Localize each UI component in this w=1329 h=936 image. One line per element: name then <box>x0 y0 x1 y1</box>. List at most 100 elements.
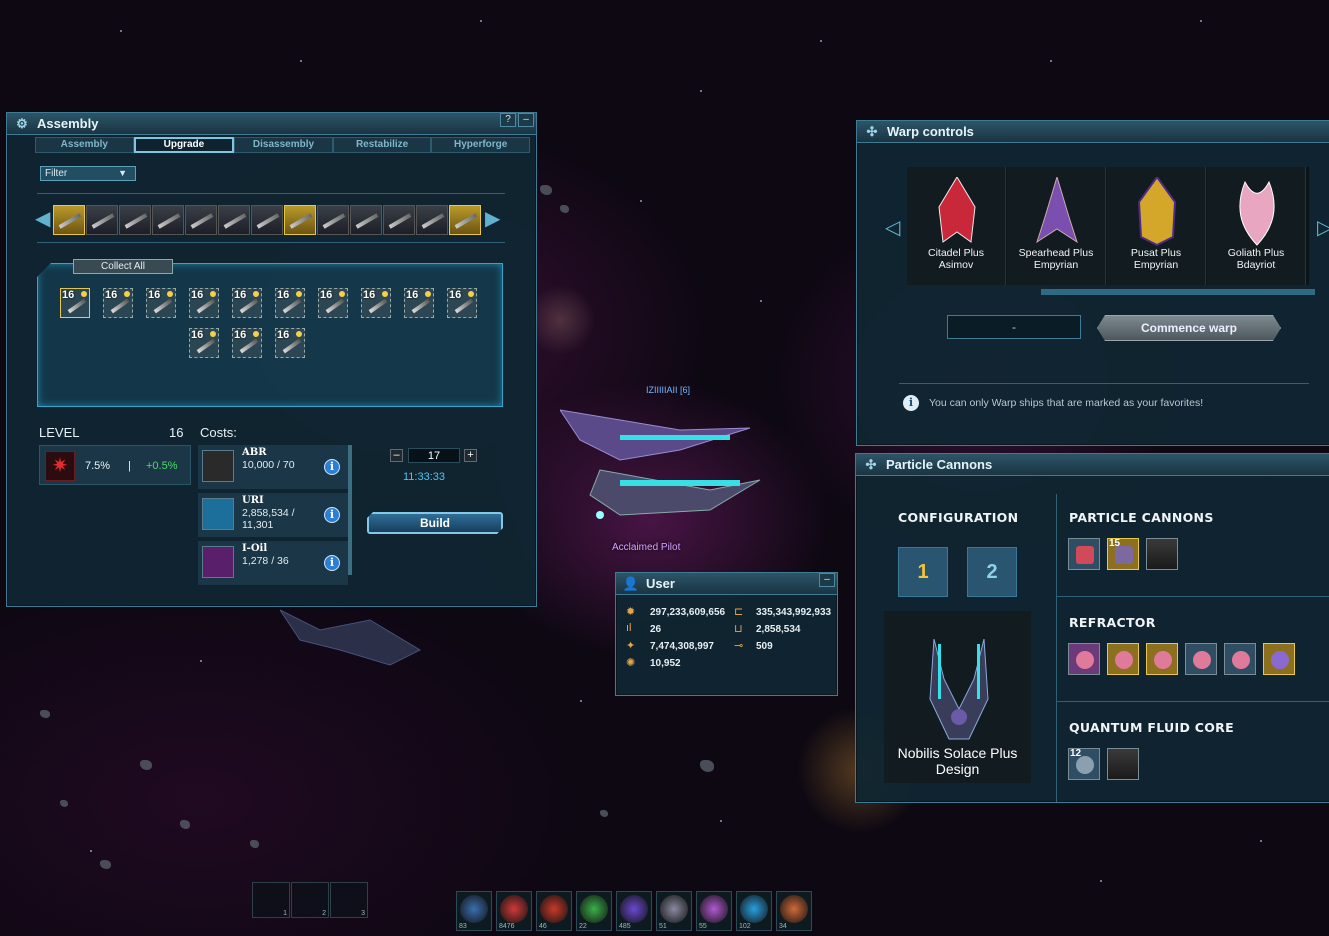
upgraded-item-cell[interactable]: 16 <box>318 288 348 318</box>
filter-label: Filter <box>45 168 68 179</box>
refractor-icon <box>1193 651 1211 669</box>
level-value: 16 <box>169 425 184 440</box>
hotbar-slot[interactable]: 46 <box>536 891 572 931</box>
upgraded-item-cell[interactable]: 16 <box>232 288 262 318</box>
info-icon[interactable]: i <box>324 507 340 523</box>
help-button[interactable]: ? <box>500 113 516 127</box>
item-slot[interactable] <box>383 205 415 235</box>
item-slot[interactable] <box>350 205 382 235</box>
quantity-input[interactable]: 17 <box>408 448 460 463</box>
refractor-slot[interactable] <box>1146 643 1178 675</box>
upgraded-item-cell[interactable]: 16 <box>232 328 262 358</box>
costs-scrollbar[interactable] <box>348 445 352 575</box>
filter-dropdown[interactable]: Filter ▼ <box>40 166 136 181</box>
minimize-button[interactable]: – <box>819 573 835 587</box>
hotbar-slot[interactable]: 55 <box>696 891 732 931</box>
item-slot[interactable] <box>218 205 250 235</box>
refractor-slot[interactable] <box>1107 643 1139 675</box>
player-ship[interactable] <box>560 400 770 530</box>
commence-warp-button[interactable]: Commence warp <box>1097 315 1281 341</box>
hotbar-slot[interactable]: 8476 <box>496 891 532 931</box>
warp-scrollbar[interactable] <box>1041 289 1315 295</box>
grid-slot[interactable]: 1 <box>252 882 290 918</box>
item-slot[interactable] <box>317 205 349 235</box>
particle-cannons-label: PARTICLE CANNONS <box>1069 510 1214 525</box>
refractor-slot[interactable] <box>1068 643 1100 675</box>
decrement-button[interactable]: – <box>390 449 403 462</box>
upgraded-item-cell[interactable]: 16 <box>275 288 305 318</box>
empty-slot[interactable] <box>1107 748 1139 780</box>
hotbar-slot[interactable]: 485 <box>616 891 652 931</box>
config-1-button[interactable]: 1 <box>898 547 948 597</box>
collect-all-button[interactable]: Collect All <box>73 259 173 274</box>
item-slot[interactable] <box>251 205 283 235</box>
warp-right-arrow-icon[interactable]: ▷ <box>1317 215 1329 240</box>
build-timer: 11:33:33 <box>403 471 446 483</box>
assembly-header[interactable]: ⚙ Assembly <box>7 113 536 135</box>
warp-header[interactable]: ✣ Warp controls <box>857 121 1329 143</box>
refractor-slot[interactable] <box>1224 643 1256 675</box>
strip-right-arrow-icon[interactable]: ▶ <box>485 206 500 231</box>
warp-ship-card[interactable]: Citadel Plus Asimov <box>907 167 1006 285</box>
upgraded-item-cell[interactable]: 16 <box>60 288 90 318</box>
item-slot[interactable] <box>119 205 151 235</box>
strip-left-arrow-icon[interactable]: ◀ <box>35 206 50 231</box>
upgraded-item-cell[interactable]: 16 <box>146 288 176 318</box>
star-icon <box>425 291 431 297</box>
info-icon[interactable]: i <box>324 459 340 475</box>
refractor-slot[interactable] <box>1263 643 1295 675</box>
cost-amount: 2,858,534 / 11,301 <box>242 507 295 531</box>
increment-button[interactable]: + <box>464 449 477 462</box>
minimize-button[interactable]: – <box>518 113 534 127</box>
refractor-icon <box>1271 651 1289 669</box>
item-count: 16 <box>191 289 204 301</box>
warp-destination-field[interactable]: - <box>947 315 1081 339</box>
user-header[interactable]: 👤 User <box>616 573 837 595</box>
hotbar-slot[interactable]: 34 <box>776 891 812 931</box>
uri-icon: ⊔ <box>734 623 743 635</box>
warp-ship-card[interactable]: Pusat Plus Empyrian <box>1107 167 1206 285</box>
item-slot[interactable] <box>284 205 316 235</box>
item-slot[interactable] <box>152 205 184 235</box>
upgraded-item-cell[interactable]: 16 <box>404 288 434 318</box>
tab-restabilize[interactable]: Restabilize <box>332 137 432 153</box>
quantum-slot[interactable]: 12 <box>1068 748 1100 780</box>
hotbar-slot[interactable]: 22 <box>576 891 612 931</box>
warp-left-arrow-icon[interactable]: ◁ <box>885 215 900 240</box>
item-slot[interactable] <box>416 205 448 235</box>
grid-slot[interactable]: 3 <box>330 882 368 918</box>
assembly-panel: ⚙ Assembly ? – Assembly Upgrade Disassem… <box>6 112 537 607</box>
hotbar-slot[interactable]: 51 <box>656 891 692 931</box>
hotbar-slot[interactable]: 83 <box>456 891 492 931</box>
warp-ship-card[interactable]: Goliath Plus Bdayriot <box>1207 167 1306 285</box>
upgraded-item-cell[interactable]: 16 <box>103 288 133 318</box>
tab-upgrade[interactable]: Upgrade <box>133 137 235 153</box>
upgraded-item-cell[interactable]: 16 <box>189 288 219 318</box>
tab-assembly[interactable]: Assembly <box>35 137 134 153</box>
cost-name: I-Oil <box>242 543 268 554</box>
upgraded-item-cell[interactable]: 16 <box>361 288 391 318</box>
upgraded-item-cell[interactable]: 16 <box>447 288 477 318</box>
warp-ship-card[interactable]: Spearhead Plus Empyrian <box>1007 167 1106 285</box>
item-count: 16 <box>148 289 161 301</box>
config-2-button[interactable]: 2 <box>967 547 1017 597</box>
tab-disassembly[interactable]: Disassembly <box>234 137 333 153</box>
info-icon[interactable]: i <box>324 555 340 571</box>
hotbar-slot[interactable]: 102 <box>736 891 772 931</box>
item-slot[interactable] <box>86 205 118 235</box>
item-slot[interactable] <box>449 205 481 235</box>
build-button[interactable]: Build <box>367 512 503 534</box>
upgraded-item-cell[interactable]: 16 <box>275 328 305 358</box>
cannons-header[interactable]: ✣ Particle Cannons <box>856 454 1329 476</box>
refractor-slot[interactable] <box>1185 643 1217 675</box>
item-slot[interactable] <box>53 205 85 235</box>
grid-slot[interactable]: 2 <box>291 882 329 918</box>
cannon-slot[interactable] <box>1068 538 1100 570</box>
cannon-slot[interactable]: 15 <box>1107 538 1139 570</box>
tab-hyperforge[interactable]: Hyperforge <box>431 137 530 153</box>
ability-icon <box>740 895 768 923</box>
ship-name: Pusat Plus <box>1130 247 1182 259</box>
item-slot[interactable] <box>185 205 217 235</box>
empty-slot[interactable] <box>1146 538 1178 570</box>
upgraded-item-cell[interactable]: 16 <box>189 328 219 358</box>
